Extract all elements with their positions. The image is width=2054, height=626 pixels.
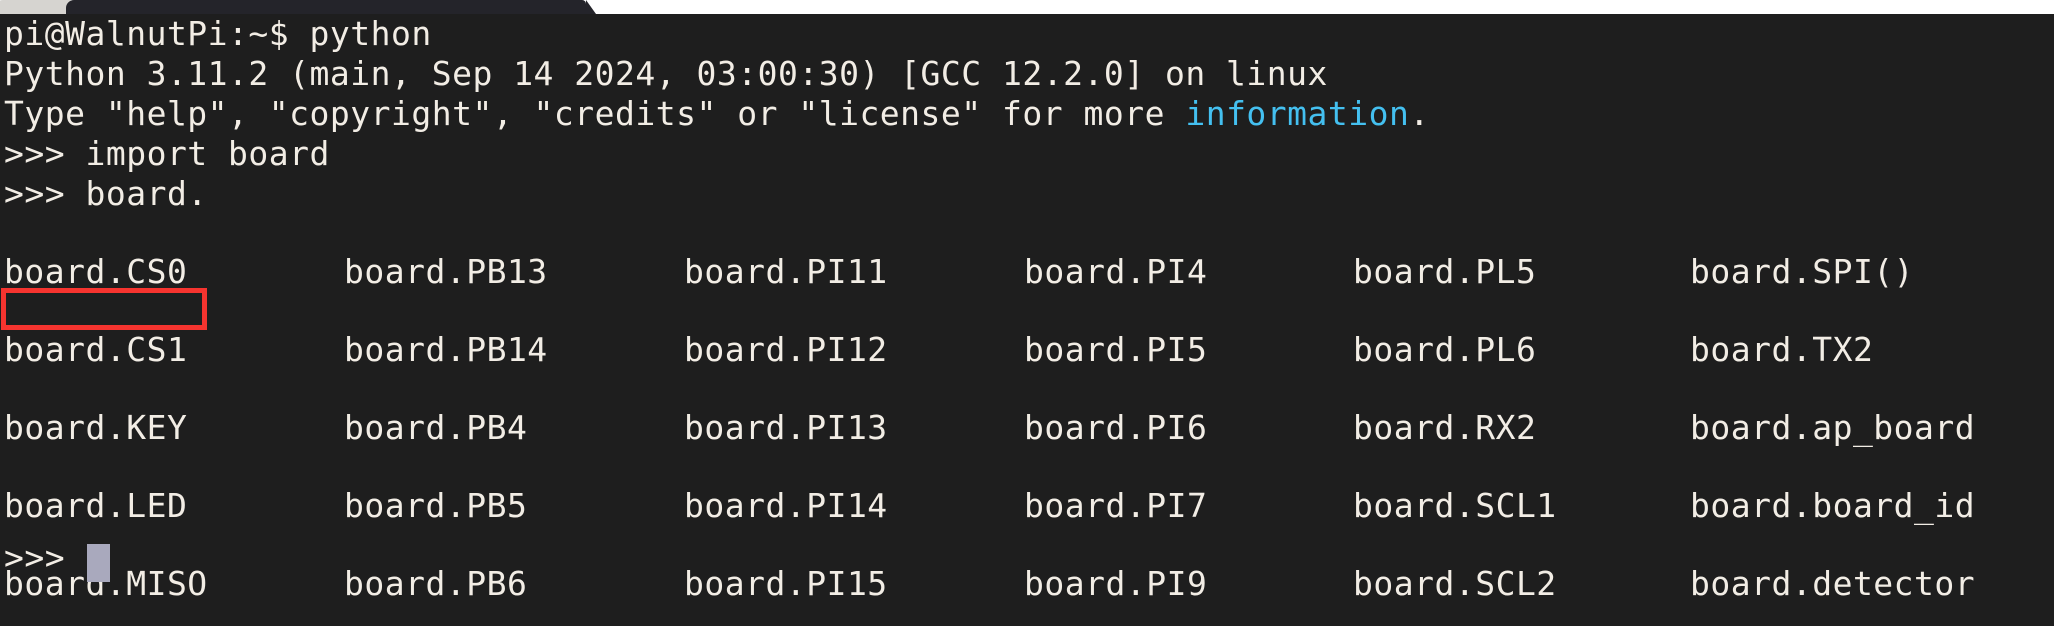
help-hint-prefix: Type "help", "copyright", "credits" or "… [4,94,1186,133]
list-item[interactable]: board.board_id [1690,486,1975,526]
window-title-bar [0,0,2054,14]
list-item[interactable]: board.PB6 [344,564,548,604]
list-item[interactable]: board.PL5 [1353,252,1557,292]
terminal-output-area[interactable]: pi@WalnutPi:~$ python Python 3.11.2 (mai… [0,14,2054,626]
list-item[interactable]: board.PB4 [344,408,548,448]
completion-column-6: board.SPI() board.TX2 board.ap_board boa… [1690,214,1975,626]
list-item[interactable]: board.CS0 [4,252,208,292]
list-item[interactable]: board.PB14 [344,330,548,370]
list-item[interactable]: board.CS1 [4,330,208,370]
list-item[interactable]: board.PL6 [1353,330,1557,370]
import-board-command-line: >>> import board [4,134,330,173]
list-item[interactable]: board.PI13 [684,408,888,448]
list-item[interactable]: board.SCL1 [1353,486,1557,526]
list-item[interactable]: board.ap_board [1690,408,1975,448]
list-item[interactable]: board.PI11 [684,252,888,292]
list-item[interactable]: board.TX2 [1690,330,1975,370]
list-item[interactable]: board.SCL2 [1353,564,1557,604]
list-item[interactable]: board.PI6 [1024,408,1207,448]
completion-column-5: board.PL5 board.PL6 board.RX2 board.SCL1… [1353,214,1557,626]
terminal-tab-active[interactable] [66,0,596,14]
board-completion-command-line: >>> board. [4,174,208,213]
list-item[interactable]: board.PI12 [684,330,888,370]
list-item-board-key[interactable]: board.KEY [4,408,208,448]
list-item[interactable]: board.PI5 [1024,330,1207,370]
python-version-line: Python 3.11.2 (main, Sep 14 2024, 03:00:… [4,54,1328,93]
list-item[interactable]: board.PI14 [684,486,888,526]
list-item[interactable]: board.LED [4,486,208,526]
python-help-hint-line: Type "help", "copyright", "credits" or "… [4,94,1430,134]
completion-column-3: board.PI11 board.PI12 board.PI13 board.P… [684,214,888,626]
completion-column-4: board.PI4 board.PI5 board.PI6 board.PI7 … [1024,214,1207,626]
final-prompt: >>> [4,538,86,577]
list-item[interactable]: board.PB5 [344,486,548,526]
completion-column-2: board.PB13 board.PB14 board.PB4 board.PB… [344,214,548,626]
help-hint-suffix: . [1409,94,1430,133]
list-item[interactable]: board.PI4 [1024,252,1207,292]
list-item[interactable]: board.PI9 [1024,564,1207,604]
list-item[interactable]: board.RX2 [1353,408,1557,448]
list-item[interactable]: board.PI7 [1024,486,1207,526]
terminal-tab-inactive[interactable] [0,0,76,14]
shell-prompt-line: pi@WalnutPi:~$ python [4,14,432,53]
list-item[interactable]: board.PI15 [684,564,888,604]
list-item[interactable]: board.SPI() [1690,252,1975,292]
text-cursor [87,544,110,582]
help-hint-information-keyword: information [1185,94,1410,133]
list-item[interactable]: board.PB13 [344,252,548,292]
list-item[interactable]: board.detector [1690,564,1975,604]
